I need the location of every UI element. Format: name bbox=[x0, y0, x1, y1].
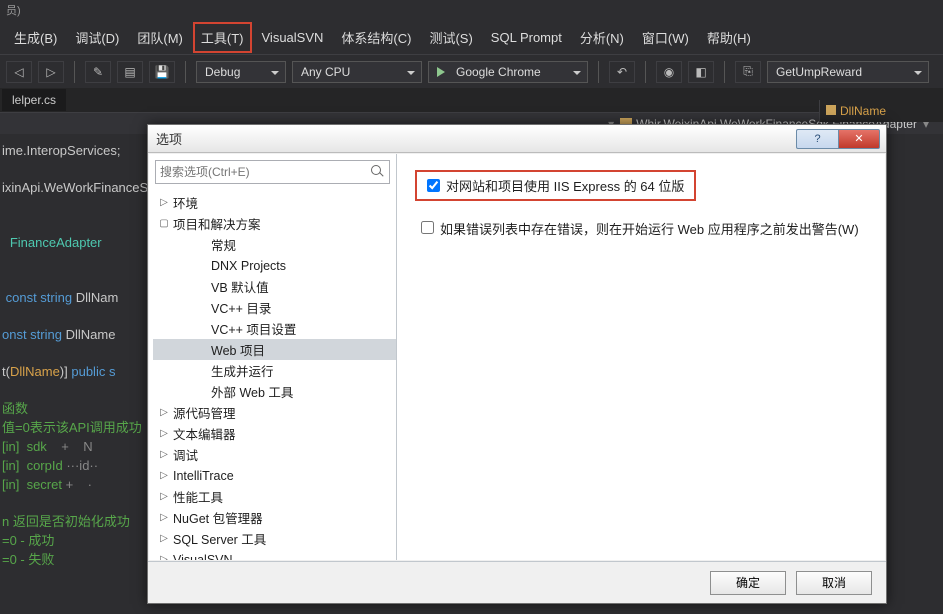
options-sidebar: ▷ 环境 ▢ 项目和解决方案常规 DNX Projects VB 默认值 VC++ 目录 VC… bbox=[149, 154, 397, 560]
menu-visualsvn[interactable]: VisualSVN bbox=[254, 24, 332, 51]
new-icon[interactable]: ✎ bbox=[85, 61, 111, 83]
config-combo[interactable]: Debug bbox=[196, 61, 286, 83]
search-icon bbox=[371, 165, 385, 179]
warn-label[interactable]: 如果错误列表中存在错误，则在开始运行 Web 应用程序之前发出警告(W) bbox=[440, 219, 859, 238]
tree-arrow-icon: ▷ bbox=[159, 428, 169, 439]
tree-general[interactable]: 常规 bbox=[153, 234, 396, 255]
tree-label: 生成并运行 bbox=[211, 361, 274, 380]
cfg1-icon[interactable]: ◉ bbox=[656, 61, 682, 83]
platform-combo[interactable]: Any CPU bbox=[292, 61, 422, 83]
browser-label: Google Chrome bbox=[456, 65, 541, 79]
dialog-footer: 确定 取消 bbox=[148, 561, 886, 603]
search-box[interactable] bbox=[155, 160, 390, 184]
tree-label: VB 默认值 bbox=[211, 277, 269, 296]
start-combo[interactable]: Google Chrome bbox=[428, 61, 588, 83]
tree-label: 调试 bbox=[173, 445, 198, 464]
tree-arrow-icon: ▷ bbox=[159, 407, 169, 418]
tree-vcproj[interactable]: VC++ 项目设置 bbox=[153, 318, 396, 339]
tree-label: Web 项目 bbox=[211, 340, 265, 359]
menu-architecture[interactable]: 体系结构(C) bbox=[333, 22, 419, 53]
open-icon[interactable]: ▤ bbox=[117, 61, 143, 83]
tree-arrow-icon: ▷ bbox=[159, 470, 169, 481]
menu-help[interactable]: 帮助(H) bbox=[699, 22, 759, 53]
tree-texteditor[interactable]: ▷ 文本编辑器 bbox=[153, 423, 396, 444]
tree-label: 源代码管理 bbox=[173, 403, 236, 422]
menu-debug[interactable]: 调试(D) bbox=[67, 22, 127, 53]
close-button[interactable]: ✕ bbox=[838, 129, 880, 149]
tree-arrow-icon: ▷ bbox=[159, 491, 169, 502]
tree-environment[interactable]: ▷ 环境 bbox=[153, 192, 396, 213]
iis64-label[interactable]: 对网站和项目使用 IIS Express 的 64 位版 bbox=[446, 176, 684, 195]
tree-label: 环境 bbox=[173, 193, 198, 212]
menu-window[interactable]: 窗口(W) bbox=[634, 22, 697, 53]
tree-nuget[interactable]: ▷ NuGet 包管理器 bbox=[153, 507, 396, 528]
tree-label: NuGet 包管理器 bbox=[173, 508, 263, 527]
tree-label: VC++ 项目设置 bbox=[211, 319, 296, 338]
tree-projects[interactable]: ▢ 项目和解决方案 bbox=[153, 213, 396, 234]
save-icon[interactable]: 💾 bbox=[149, 61, 175, 83]
iis64-highlight: 对网站和项目使用 IIS Express 的 64 位版 bbox=[415, 170, 696, 201]
iis64-checkbox[interactable] bbox=[427, 179, 440, 192]
tree-vcdir[interactable]: VC++ 目录 bbox=[153, 297, 396, 318]
menu-build[interactable]: 生成(B) bbox=[6, 22, 65, 53]
ide-menu-bar: 生成(B)调试(D)团队(M)工具(T)VisualSVN体系结构(C)测试(S… bbox=[0, 20, 943, 54]
member-combo[interactable]: GetUmpReward bbox=[767, 61, 929, 83]
tree-label: IntelliTrace bbox=[173, 469, 234, 483]
window-title-fragment: 员) bbox=[0, 0, 943, 20]
tree-arrow-icon: ▷ bbox=[159, 512, 169, 523]
tree-webproj[interactable]: Web 项目 bbox=[153, 339, 396, 360]
tree-sqlserver[interactable]: ▷ SQL Server 工具 bbox=[153, 528, 396, 549]
tree-label: 性能工具 bbox=[173, 487, 223, 506]
tree-vb[interactable]: VB 默认值 bbox=[153, 276, 396, 297]
search-input[interactable] bbox=[160, 165, 371, 179]
tree-label: VisualSVN bbox=[173, 553, 233, 561]
tree-scc[interactable]: ▷ 源代码管理 bbox=[153, 402, 396, 423]
nav-fwd-icon[interactable]: ▷ bbox=[38, 61, 64, 83]
menu-analyze[interactable]: 分析(N) bbox=[572, 22, 632, 53]
ide-toolbar: ◁ ▷ ✎ ▤ 💾 Debug Any CPU Google Chrome ↶ … bbox=[0, 54, 943, 88]
options-dialog: 选项 ? ✕ ▷ 环境 ▢ 项目和解决方案常规 DNX Projects VB 默认值 VC… bbox=[147, 124, 887, 604]
menu-test[interactable]: 测试(S) bbox=[421, 22, 480, 53]
tree-label: 项目和解决方案 bbox=[173, 214, 261, 233]
tree-intellitrace[interactable]: ▷ IntelliTrace bbox=[153, 465, 396, 486]
tree-arrow-icon: ▷ bbox=[159, 197, 169, 208]
member-dropdown[interactable]: DllName bbox=[819, 100, 943, 122]
options-tree[interactable]: ▷ 环境 ▢ 项目和解决方案常规 DNX Projects VB 默认值 VC++ 目录 VC… bbox=[149, 190, 396, 560]
tree-visualsvn[interactable]: ▷ VisualSVN bbox=[153, 549, 396, 560]
titlebar: 选项 ? ✕ bbox=[148, 125, 886, 153]
options-content: 对网站和项目使用 IIS Express 的 64 位版 如果错误列表中存在错误… bbox=[397, 154, 885, 560]
tree-label: 文本编辑器 bbox=[173, 424, 236, 443]
menu-tools[interactable]: 工具(T) bbox=[193, 22, 252, 53]
tree-label: DNX Projects bbox=[211, 259, 286, 273]
tree-perf[interactable]: ▷ 性能工具 bbox=[153, 486, 396, 507]
tree-buildrun[interactable]: 生成并运行 bbox=[153, 360, 396, 381]
tree-debug[interactable]: ▷ 调试 bbox=[153, 444, 396, 465]
menu-sqlprompt[interactable]: SQL Prompt bbox=[483, 24, 570, 51]
tree-arrow-icon: ▷ bbox=[159, 449, 169, 460]
dialog-title: 选项 bbox=[154, 129, 796, 148]
tree-arrow-icon: ▢ bbox=[159, 218, 169, 229]
nav-back-icon[interactable]: ◁ bbox=[6, 61, 32, 83]
cfg3-icon[interactable]: ⎘ bbox=[735, 61, 761, 83]
warn-checkbox[interactable] bbox=[421, 221, 434, 234]
tree-label: 常规 bbox=[211, 235, 236, 254]
help-button[interactable]: ? bbox=[796, 129, 838, 149]
ok-button[interactable]: 确定 bbox=[710, 571, 786, 595]
tab-strip: lelper.cs bbox=[0, 88, 943, 112]
tree-label: VC++ 目录 bbox=[211, 298, 271, 317]
undo-icon[interactable]: ↶ bbox=[609, 61, 635, 83]
tree-extweb[interactable]: 外部 Web 工具 bbox=[153, 381, 396, 402]
document-tab[interactable]: lelper.cs bbox=[2, 89, 66, 111]
tree-arrow-icon: ▷ bbox=[159, 533, 169, 544]
tree-dnx[interactable]: DNX Projects bbox=[153, 255, 396, 276]
code-editor[interactable]: ime.InteropServices; ixinApi.WeWorkFinan… bbox=[0, 124, 148, 570]
tree-label: SQL Server 工具 bbox=[173, 529, 266, 548]
menu-team[interactable]: 团队(M) bbox=[129, 22, 191, 53]
cfg2-icon[interactable]: ◧ bbox=[688, 61, 714, 83]
tree-label: 外部 Web 工具 bbox=[211, 382, 293, 401]
tree-arrow-icon: ▷ bbox=[159, 554, 169, 560]
cancel-button[interactable]: 取消 bbox=[796, 571, 872, 595]
